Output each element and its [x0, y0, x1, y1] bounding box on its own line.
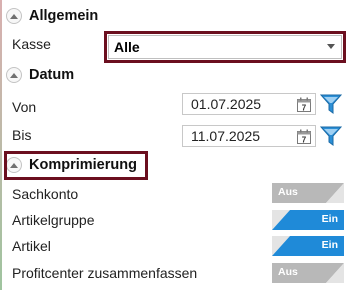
artikelgruppe-label: Artikelgruppe	[12, 212, 95, 228]
artikel-toggle[interactable]: Ein	[272, 236, 344, 256]
bis-date-field[interactable]: 11.07.2025 7	[182, 125, 316, 147]
sachkonto-toggle[interactable]: Aus	[272, 183, 344, 203]
section-title-allgemein: Allgemein	[29, 8, 99, 24]
bis-label: Bis	[12, 127, 32, 143]
sachkonto-label: Sachkonto	[12, 186, 79, 202]
sachkonto-toggle-state: Aus	[278, 186, 298, 198]
section-header-allgemein[interactable]: Allgemein	[6, 6, 98, 26]
artikelgruppe-toggle[interactable]: Ein	[272, 210, 344, 230]
section-title-datum: Datum	[29, 67, 75, 83]
artikel-toggle-state: Ein	[321, 239, 338, 251]
calendar-icon[interactable]: 7	[297, 129, 311, 144]
profitcenter-toggle-state: Aus	[278, 266, 298, 278]
artikel-label: Artikel	[12, 238, 51, 254]
calendar-day: 7	[302, 103, 307, 112]
calendar-day: 7	[302, 135, 307, 144]
kasse-label: Kasse	[12, 36, 51, 52]
von-label: Von	[12, 99, 37, 115]
kasse-highlight-frame	[104, 31, 346, 63]
artikelgruppe-toggle-state: Ein	[321, 213, 338, 225]
left-edge-indicator	[0, 0, 2, 290]
bis-date-value: 11.07.2025	[191, 128, 261, 144]
collapse-up-icon[interactable]	[6, 67, 22, 83]
von-date-value: 01.07.2025	[191, 96, 262, 112]
filter-icon[interactable]	[320, 126, 342, 146]
profitcenter-toggle[interactable]: Aus	[272, 263, 344, 283]
von-date-field[interactable]: 01.07.2025 7	[182, 93, 316, 115]
komprimierung-highlight-frame	[4, 151, 148, 180]
section-header-datum[interactable]: Datum	[6, 65, 74, 85]
collapse-up-icon[interactable]	[6, 8, 22, 24]
filter-icon[interactable]	[320, 94, 342, 114]
calendar-icon[interactable]: 7	[297, 97, 311, 112]
profitcenter-label: Profitcenter zusammenfassen	[12, 265, 198, 281]
